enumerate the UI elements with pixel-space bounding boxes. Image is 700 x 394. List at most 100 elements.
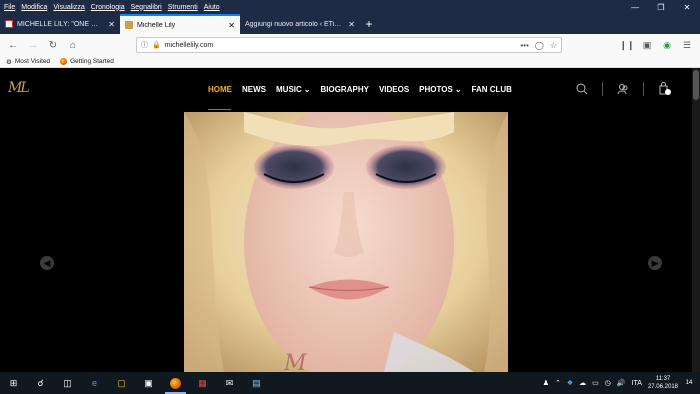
notification-center-icon[interactable]: 14 [682,376,696,390]
bookmark-star-icon[interactable]: ☆ [550,41,557,50]
toolbar-right: ❙❙ ▣ ◉ ☰ [619,37,694,53]
tab-title: Michelle Lily [137,21,176,29]
menu-modifica[interactable]: Modifica [21,4,47,11]
site-logo[interactable]: ML [8,80,30,96]
carousel-next-button[interactable]: ▶ [648,256,662,270]
network-icon[interactable]: ◷ [605,379,611,387]
cloud-icon[interactable]: ☁ [579,379,586,387]
page-actions-icon[interactable]: ••• [520,41,528,50]
close-window-icon[interactable]: ✕ [674,0,700,14]
active-nav-underline [208,109,231,110]
page-scrollbar[interactable] [692,68,700,372]
library-icon[interactable]: ❙❙ [619,37,634,53]
clock[interactable]: 11:37 27.06.2018 [648,375,678,391]
divider [602,82,603,96]
firefox-icon[interactable] [162,372,189,394]
tab-michelle-lily[interactable]: Michelle Lily ✕ [120,14,240,34]
notepad-icon[interactable]: ▤ [243,372,270,394]
windows-taskbar: ⊞ ☌ ◫ e ▢ ▣ ▦ ✉ ▤ ♟ ⌃ ❖ ☁ ▭ ◷ 🔊 ITA 11:3… [0,372,700,394]
chevron-down-icon: ⌄ [303,85,311,94]
minimize-icon[interactable]: — [622,0,648,14]
menu-strumenti[interactable]: Strumenti [168,4,198,11]
navigation-toolbar: ← → ↻ ⌂ ⓘ 🔒 michellelily.com ••• ◯ ☆ ❙❙ … [0,34,700,56]
search-icon[interactable] [576,83,588,95]
home-button[interactable]: ⌂ [64,36,82,54]
new-tab-button[interactable]: + [360,14,378,34]
volume-icon[interactable]: 🔊 [617,379,626,387]
main-nav: HOME NEWS MUSIC ⌄ BIOGRAPHY VIDEOS PHOTOS… [208,85,512,94]
notification-count: 14 [685,380,693,386]
file-explorer-icon[interactable]: ▢ [108,372,135,394]
menu-segnalibri[interactable]: Segnalibri [131,4,162,11]
menubar: File Modifica Visualizza Cronologia Segn… [0,4,220,11]
edge-icon[interactable]: e [81,372,108,394]
nav-label: VIDEOS [378,85,410,94]
extension-icon[interactable]: ◉ [660,37,674,53]
url-text[interactable]: michellelily.com [165,42,517,49]
bookmark-most-visited[interactable]: ⚙ Most Visited [6,58,50,66]
people-icon[interactable]: ♟ [543,379,549,387]
store-icon[interactable]: ▣ [135,372,162,394]
menu-aiuto[interactable]: Aiuto [204,4,220,11]
nav-label: BIOGRAPHY [320,85,369,94]
pocket-icon[interactable]: ◯ [535,41,544,50]
nav-label: FAN CLUB [471,85,512,94]
language-indicator[interactable]: ITA [632,380,642,387]
close-tab-icon[interactable]: ✕ [108,20,115,29]
close-tab-icon[interactable]: ✕ [228,21,235,30]
firefox-icon [60,58,68,65]
tab-title: MICHELLE LILY: "ONE WORLD" [17,20,104,28]
restore-icon[interactable]: ❐ [648,0,674,14]
reload-button[interactable]: ↻ [44,36,62,54]
sidebar-icon[interactable]: ▣ [640,37,654,53]
close-tab-icon[interactable]: ✕ [348,20,355,29]
chevron-down-icon: ⌄ [454,85,462,94]
bookmark-label: Getting Started [70,58,114,65]
dropbox-icon[interactable]: ❖ [567,379,573,387]
info-icon[interactable]: ⓘ [141,40,148,50]
bookmark-getting-started[interactable]: Getting Started [60,58,114,65]
user-icon[interactable] [617,83,629,95]
carousel-prev-button[interactable]: ◀ [40,256,54,270]
clock-time: 11:37 [655,376,671,382]
gift-app-icon[interactable]: ▦ [189,372,216,394]
nav-music[interactable]: MUSIC ⌄ [276,85,310,94]
menu-file[interactable]: File [4,4,15,11]
ml-logo-icon [125,21,133,29]
nav-videos[interactable]: VIDEOS [379,85,409,94]
nav-biography[interactable]: BIOGRAPHY [320,85,368,94]
nav-label: HOME [208,85,232,94]
nav-fan-club[interactable]: FAN CLUB [472,85,512,94]
tab-michelle-lily-one-world[interactable]: MICHELLE LILY: "ONE WORLD" ✕ [0,14,120,34]
menu-hamburger-icon[interactable]: ☰ [680,37,694,53]
windows-start-icon[interactable]: ⊞ [0,372,27,394]
divider [643,82,644,96]
web-page: ML HOME NEWS MUSIC ⌄ BIOGRAPHY VIDEOS PHO… [0,68,700,372]
menu-cronologia[interactable]: Cronologia [91,4,125,11]
address-bar[interactable]: ⓘ 🔒 michellelily.com ••• ◯ ☆ [136,37,562,53]
chevron-up-icon[interactable]: ⌃ [555,379,561,387]
tab-title: Aggiungi nuovo articolo ‹ ETiCinf [245,20,345,28]
tab-aggiungi-articolo[interactable]: Aggiungi nuovo articolo ‹ ETiCinf ✕ [240,14,360,34]
gear-icon: ⚙ [6,58,12,66]
forward-button[interactable]: → [24,36,42,54]
svg-text:M: M [283,351,307,372]
task-view-icon[interactable]: ◫ [54,372,81,394]
insecure-lock-icon: 🔒 [152,42,161,49]
battery-icon[interactable]: ▭ [592,379,599,387]
system-tray: ♟ ⌃ ❖ ☁ ▭ ◷ 🔊 ITA 11:37 27.06.2018 [543,372,678,394]
menu-visualizza[interactable]: Visualizza [53,4,84,11]
bookmarks-toolbar: ⚙ Most Visited Getting Started [0,56,700,68]
mail-icon[interactable]: ✉ [216,372,243,394]
hero-photo: M [184,112,508,372]
back-button[interactable]: ← [4,36,22,54]
cart-icon[interactable] [658,82,672,96]
nav-photos[interactable]: PHOTOS ⌄ [419,85,461,94]
nav-news[interactable]: NEWS [242,85,266,94]
window-titlebar: File Modifica Visualizza Cronologia Segn… [0,0,700,14]
nav-label: NEWS [242,85,266,94]
scroll-thumb[interactable] [693,70,699,100]
nav-home[interactable]: HOME [208,85,232,94]
bookmark-label: Most Visited [14,58,51,65]
search-icon[interactable]: ☌ [27,372,54,394]
